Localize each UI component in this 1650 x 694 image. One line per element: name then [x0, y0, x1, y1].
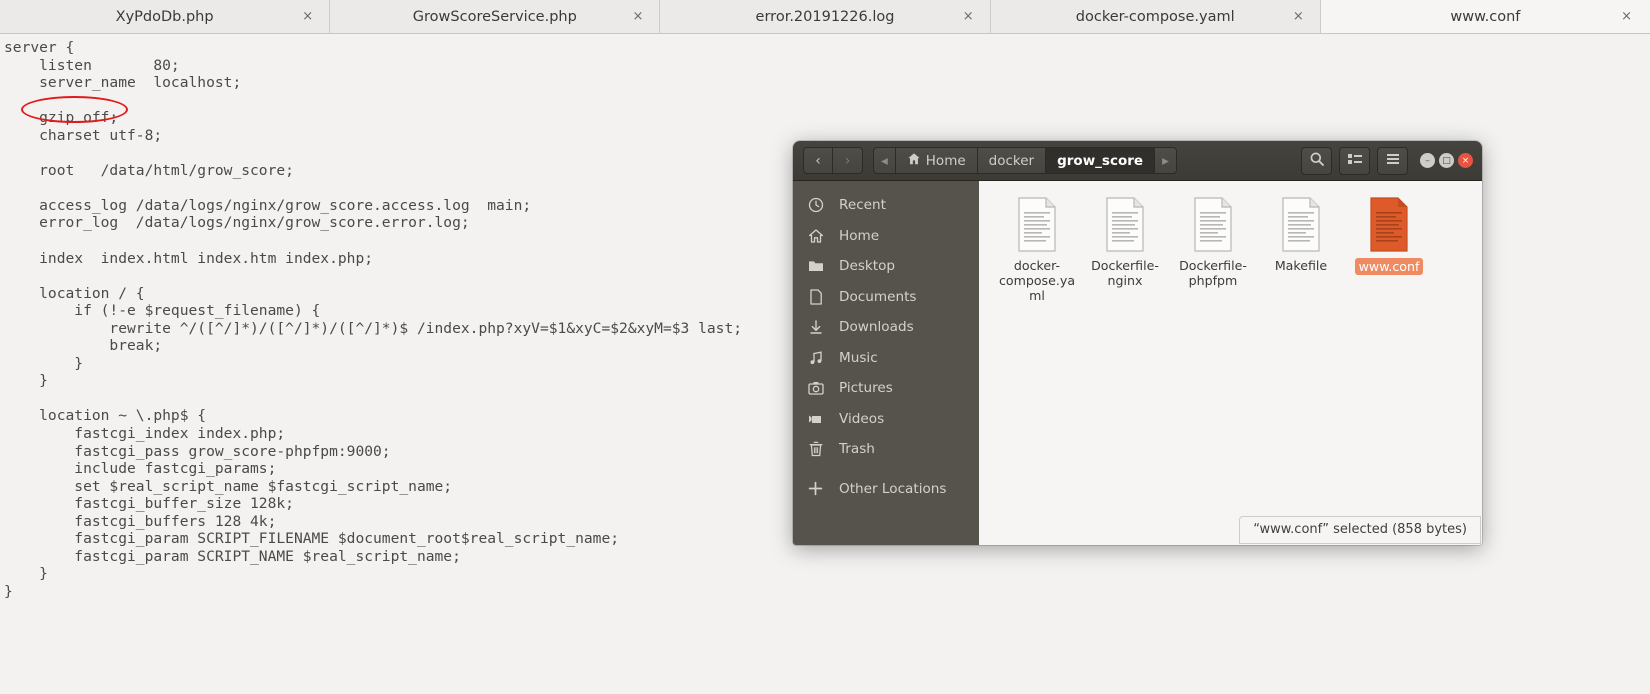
maximize-button[interactable]: □ — [1439, 153, 1454, 168]
status-bar: “www.conf” selected (858 bytes) — [1239, 516, 1481, 544]
sidebar-item-home[interactable]: Home — [793, 221, 979, 252]
hamburger-menu-icon — [1385, 151, 1401, 170]
sidebar-item-other-locations[interactable]: Other Locations — [793, 474, 979, 505]
close-icon[interactable]: × — [1621, 10, 1632, 23]
music-note-icon — [807, 349, 824, 366]
editor-tab-bar: XyPdoDb.php × GrowScoreService.php × err… — [0, 0, 1650, 34]
file-item[interactable]: docker-compose.yaml — [993, 195, 1081, 303]
breadcrumb-scroll-right[interactable]: ▸ — [1155, 147, 1177, 174]
config-file-icon — [1367, 197, 1411, 252]
close-icon[interactable]: × — [633, 10, 644, 23]
editor-tab[interactable]: error.20191226.log × — [660, 0, 991, 33]
breadcrumb: ◂ Home docker grow_score ▸ — [873, 147, 1177, 174]
editor-tab[interactable]: GrowScoreService.php × — [330, 0, 661, 33]
editor-tab[interactable]: XyPdoDb.php × — [0, 0, 331, 33]
sidebar-item-recent[interactable]: Recent — [793, 190, 979, 221]
breadcrumb-label: Home — [925, 152, 966, 169]
close-button[interactable]: × — [1458, 153, 1473, 168]
window-controls: – □ × — [1420, 153, 1473, 168]
file-name-label: Dockerfile-nginx — [1091, 258, 1159, 288]
breadcrumb-item-grow-score[interactable]: grow_score — [1046, 147, 1156, 174]
document-file-icon — [1103, 197, 1147, 252]
view-list-icon — [1347, 151, 1363, 170]
toolbar-buttons — [1301, 146, 1408, 175]
sidebar-item-label: Other Locations — [839, 480, 947, 497]
sidebar-item-trash[interactable]: Trash — [793, 434, 979, 465]
document-icon — [807, 288, 824, 305]
document-file-icon — [1015, 197, 1059, 252]
sidebar-item-videos[interactable]: Videos — [793, 404, 979, 435]
close-icon[interactable]: × — [1293, 10, 1304, 23]
home-icon — [907, 152, 921, 170]
file-list-grid[interactable]: docker-compose.yaml Dockerfile-nginx Doc… — [979, 181, 1482, 545]
camera-icon — [807, 380, 824, 397]
breadcrumb-item-home[interactable]: Home — [895, 147, 978, 174]
close-icon[interactable]: × — [302, 10, 313, 23]
sidebar-item-music[interactable]: Music — [793, 343, 979, 374]
view-toggle-button[interactable] — [1339, 146, 1370, 175]
sidebar-item-label: Downloads — [839, 319, 914, 336]
search-button[interactable] — [1301, 146, 1332, 175]
sidebar-item-label: Home — [839, 227, 880, 244]
editor-tab-label: error.20191226.log — [755, 8, 895, 25]
plus-icon — [807, 480, 824, 497]
sidebar-item-pictures[interactable]: Pictures — [793, 373, 979, 404]
document-file-icon — [1279, 197, 1323, 252]
video-camera-icon — [807, 410, 824, 427]
editor-tab-label: GrowScoreService.php — [412, 8, 577, 25]
sidebar-item-desktop[interactable]: Desktop — [793, 251, 979, 282]
trash-icon — [807, 441, 824, 458]
search-icon — [1309, 151, 1325, 171]
file-name-label: Dockerfile-phpfpm — [1179, 258, 1247, 288]
sidebar-item-label: Videos — [839, 410, 885, 427]
home-icon — [807, 227, 824, 244]
sidebar-item-label: Desktop — [839, 258, 896, 275]
editor-tab-label: XyPdoDb.php — [115, 8, 214, 25]
file-item-selected[interactable]: www.conf — [1345, 195, 1433, 303]
folder-icon — [807, 258, 824, 275]
editor-tab-label: www.conf — [1450, 8, 1521, 25]
menu-button[interactable] — [1377, 146, 1408, 175]
breadcrumb-label: grow_score — [1057, 152, 1144, 169]
sidebar-item-documents[interactable]: Documents — [793, 282, 979, 313]
editor-tab-label: docker-compose.yaml — [1075, 8, 1235, 25]
file-manager-window: ‹ › ◂ Home docker grow_score ▸ – □ × Rec… — [793, 141, 1482, 545]
file-item[interactable]: Makefile — [1257, 195, 1345, 303]
editor-tab-active[interactable]: www.conf × — [1320, 0, 1650, 33]
document-file-icon — [1191, 197, 1235, 252]
navigation-buttons: ‹ › — [803, 147, 863, 174]
sidebar-item-label: Pictures — [839, 380, 893, 397]
sidebar-item-label: Recent — [839, 197, 886, 214]
file-name-label: www.conf — [1354, 258, 1424, 275]
breadcrumb-item-docker[interactable]: docker — [977, 147, 1047, 174]
file-manager-sidebar: Recent Home Desktop Documents Downloads … — [793, 181, 979, 545]
file-item[interactable]: Dockerfile-phpfpm — [1169, 195, 1257, 303]
close-icon[interactable]: × — [963, 10, 974, 23]
editor-tab[interactable]: docker-compose.yaml × — [990, 0, 1321, 33]
sidebar-item-label: Music — [839, 349, 878, 366]
sidebar-item-downloads[interactable]: Downloads — [793, 312, 979, 343]
sidebar-item-label: Trash — [839, 441, 875, 458]
file-name-label: docker-compose.yaml — [998, 258, 1076, 303]
file-manager-header: ‹ › ◂ Home docker grow_score ▸ – □ × — [793, 141, 1482, 181]
file-name-label: Makefile — [1274, 258, 1328, 273]
file-item[interactable]: Dockerfile-nginx — [1081, 195, 1169, 303]
back-button[interactable]: ‹ — [803, 147, 833, 174]
download-icon — [807, 319, 824, 336]
breadcrumb-scroll-left[interactable]: ◂ — [873, 147, 896, 174]
forward-button[interactable]: › — [833, 147, 863, 174]
breadcrumb-label: docker — [988, 152, 1035, 169]
file-manager-body: Recent Home Desktop Documents Downloads … — [793, 181, 1482, 545]
clock-icon — [807, 197, 824, 214]
sidebar-item-label: Documents — [839, 288, 917, 305]
minimize-button[interactable]: – — [1420, 153, 1435, 168]
